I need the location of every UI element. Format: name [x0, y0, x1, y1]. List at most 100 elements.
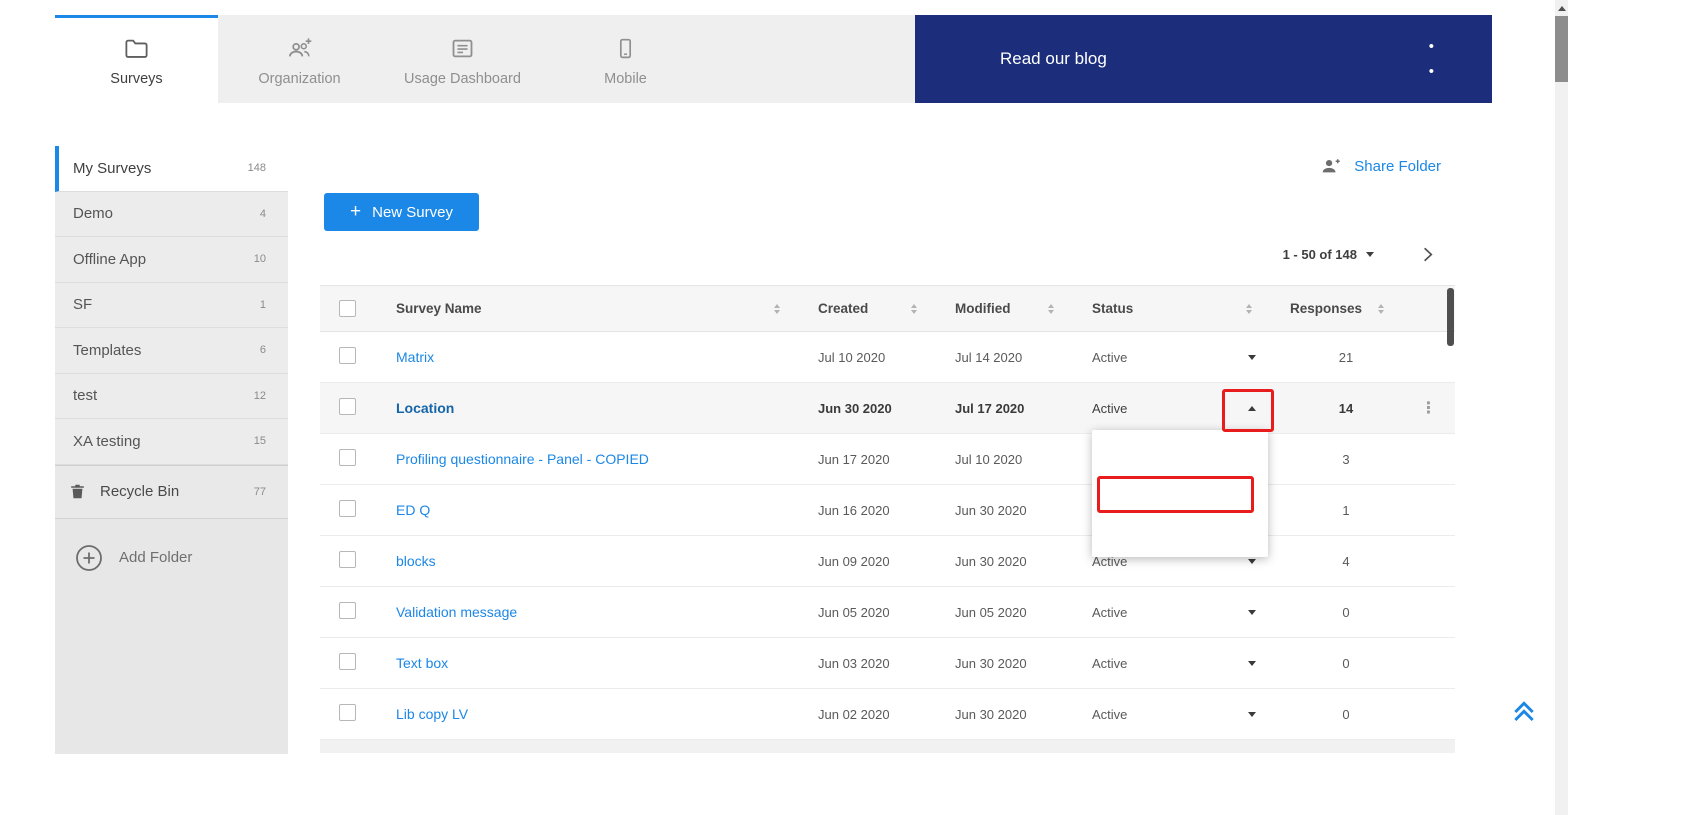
next-page-button[interactable]	[1416, 243, 1439, 266]
pagination-range-label: 1 - 50 of 148	[1283, 247, 1357, 262]
checkbox-cell	[320, 449, 376, 469]
survey-name-cell: Location	[376, 400, 798, 416]
folder-count: 1	[260, 299, 266, 311]
new-survey-label: New Survey	[372, 204, 453, 221]
survey-name-cell: Text box	[376, 655, 798, 671]
sidebar-folder-item[interactable]: My Surveys 148	[55, 146, 288, 192]
sort-icon	[1246, 304, 1252, 314]
row-checkbox[interactable]	[339, 347, 356, 364]
partial-next-row	[320, 740, 1455, 753]
table-scrollbar-thumb[interactable]	[1447, 288, 1454, 346]
person-add-icon	[1317, 155, 1343, 177]
plus-icon: +	[350, 201, 361, 223]
column-header-responses[interactable]: Responses	[1270, 301, 1402, 316]
folder-label: SF	[73, 296, 92, 313]
sort-icon	[774, 304, 780, 314]
folder-count: 12	[254, 390, 266, 402]
scrollbar-up-arrow-icon[interactable]	[1555, 2, 1568, 14]
row-checkbox[interactable]	[339, 551, 356, 568]
status-caret-icon[interactable]	[1248, 712, 1256, 717]
modified-cell: Jul 17 2020	[935, 401, 1072, 416]
pagination-caret-icon	[1366, 252, 1374, 257]
checkbox-cell	[320, 347, 376, 367]
checkbox-cell	[320, 398, 376, 418]
row-checkbox[interactable]	[339, 398, 356, 415]
checkbox-cell	[320, 704, 376, 724]
survey-name-link[interactable]: ED Q	[396, 502, 430, 518]
row-menu-cell	[1402, 500, 1455, 520]
pagination-range-dropdown[interactable]: 1 - 50 of 148	[1283, 247, 1374, 262]
page-scrollbar-track[interactable]	[1555, 0, 1568, 815]
survey-name-link[interactable]: Text box	[396, 655, 448, 671]
blog-banner[interactable]: Read our blog	[915, 15, 1492, 103]
row-menu-icon[interactable]	[1421, 398, 1437, 418]
top-nav: Surveys Organization Usage Dashboard Mob…	[55, 15, 915, 103]
column-header-survey-name[interactable]: Survey Name	[376, 301, 798, 316]
top-nav-tab[interactable]: Surveys	[55, 15, 218, 103]
row-menu-cell	[1402, 602, 1455, 622]
sidebar-filler	[55, 597, 288, 755]
status-dropdown-option[interactable]	[1092, 514, 1268, 555]
page-scrollbar-thumb[interactable]	[1555, 16, 1568, 82]
survey-name-link[interactable]: blocks	[396, 553, 436, 569]
table-row: ED Q Jun 16 2020 Jun 30 2020 Active 1	[320, 485, 1455, 536]
status-caret-icon[interactable]	[1248, 559, 1256, 564]
add-folder-label: Add Folder	[119, 549, 192, 566]
row-checkbox[interactable]	[339, 602, 356, 619]
sidebar-folder-item[interactable]: Demo 4	[55, 192, 288, 238]
table-row: Location Jun 30 2020 Jul 17 2020 Active …	[320, 383, 1455, 434]
status-caret-icon[interactable]	[1248, 355, 1256, 360]
row-checkbox[interactable]	[339, 704, 356, 721]
row-checkbox[interactable]	[339, 500, 356, 517]
responses-cell: 4	[1270, 554, 1402, 569]
top-bar: Surveys Organization Usage Dashboard Mob…	[55, 15, 1492, 103]
status-caret-icon[interactable]	[1248, 610, 1256, 615]
sidebar-folder-item[interactable]: Templates 6	[55, 328, 288, 374]
select-all-cell	[320, 300, 376, 317]
add-folder-button[interactable]: Add Folder	[55, 519, 288, 597]
tab-label: Organization	[258, 71, 340, 87]
tab-icon	[613, 34, 638, 62]
new-survey-button[interactable]: + New Survey	[324, 193, 479, 231]
survey-name-link[interactable]: Profiling questionnaire - Panel - COPIED	[396, 451, 649, 467]
folder-count: 6	[260, 344, 266, 356]
row-checkbox[interactable]	[339, 653, 356, 670]
column-header-status[interactable]: Status	[1072, 301, 1270, 316]
top-nav-tab[interactable]: Organization	[218, 15, 381, 103]
status-dropdown-option[interactable]	[1092, 473, 1268, 514]
sidebar-folder-item[interactable]: Offline App 10	[55, 237, 288, 283]
top-nav-tab[interactable]: Usage Dashboard	[381, 15, 544, 103]
status-caret-icon[interactable]	[1248, 406, 1256, 411]
blog-bullet-list	[1429, 38, 1434, 80]
folder-label: Offline App	[73, 251, 146, 268]
survey-name-link[interactable]: Location	[396, 400, 454, 416]
recycle-bin-item[interactable]: Recycle Bin 77	[55, 465, 288, 519]
survey-name-link[interactable]: Matrix	[396, 349, 434, 365]
scroll-to-top-button[interactable]	[1506, 692, 1542, 728]
share-folder-button[interactable]: Share Folder	[1317, 155, 1441, 177]
select-all-checkbox[interactable]	[339, 300, 356, 317]
status-dropdown-option[interactable]	[1092, 432, 1268, 473]
modified-cell: Jun 30 2020	[935, 656, 1072, 671]
sidebar-folder-item[interactable]: SF 1	[55, 283, 288, 329]
status-caret-icon[interactable]	[1248, 661, 1256, 666]
table-row: Validation message Jun 05 2020 Jun 05 20…	[320, 587, 1455, 638]
status-cell: Active	[1072, 656, 1270, 671]
top-nav-tab[interactable]: Mobile	[544, 15, 707, 103]
modified-cell: Jul 14 2020	[935, 350, 1072, 365]
survey-name-link[interactable]: Lib copy LV	[396, 706, 468, 722]
blog-bullet	[1429, 63, 1434, 80]
recycle-bin-count: 77	[254, 486, 266, 498]
row-checkbox[interactable]	[339, 449, 356, 466]
row-menu-cell	[1402, 704, 1455, 724]
column-header-modified[interactable]: Modified	[935, 301, 1072, 316]
column-header-created[interactable]: Created	[798, 301, 935, 316]
sidebar-folder-item[interactable]: test 12	[55, 374, 288, 420]
survey-name-link[interactable]: Validation message	[396, 604, 517, 620]
folder-label: XA testing	[73, 433, 141, 450]
folder-count: 15	[254, 435, 266, 447]
folder-label: test	[73, 387, 97, 404]
status-label: Active	[1092, 401, 1127, 416]
sidebar-folder-item[interactable]: XA testing 15	[55, 419, 288, 465]
table-row: Profiling questionnaire - Panel - COPIED…	[320, 434, 1455, 485]
